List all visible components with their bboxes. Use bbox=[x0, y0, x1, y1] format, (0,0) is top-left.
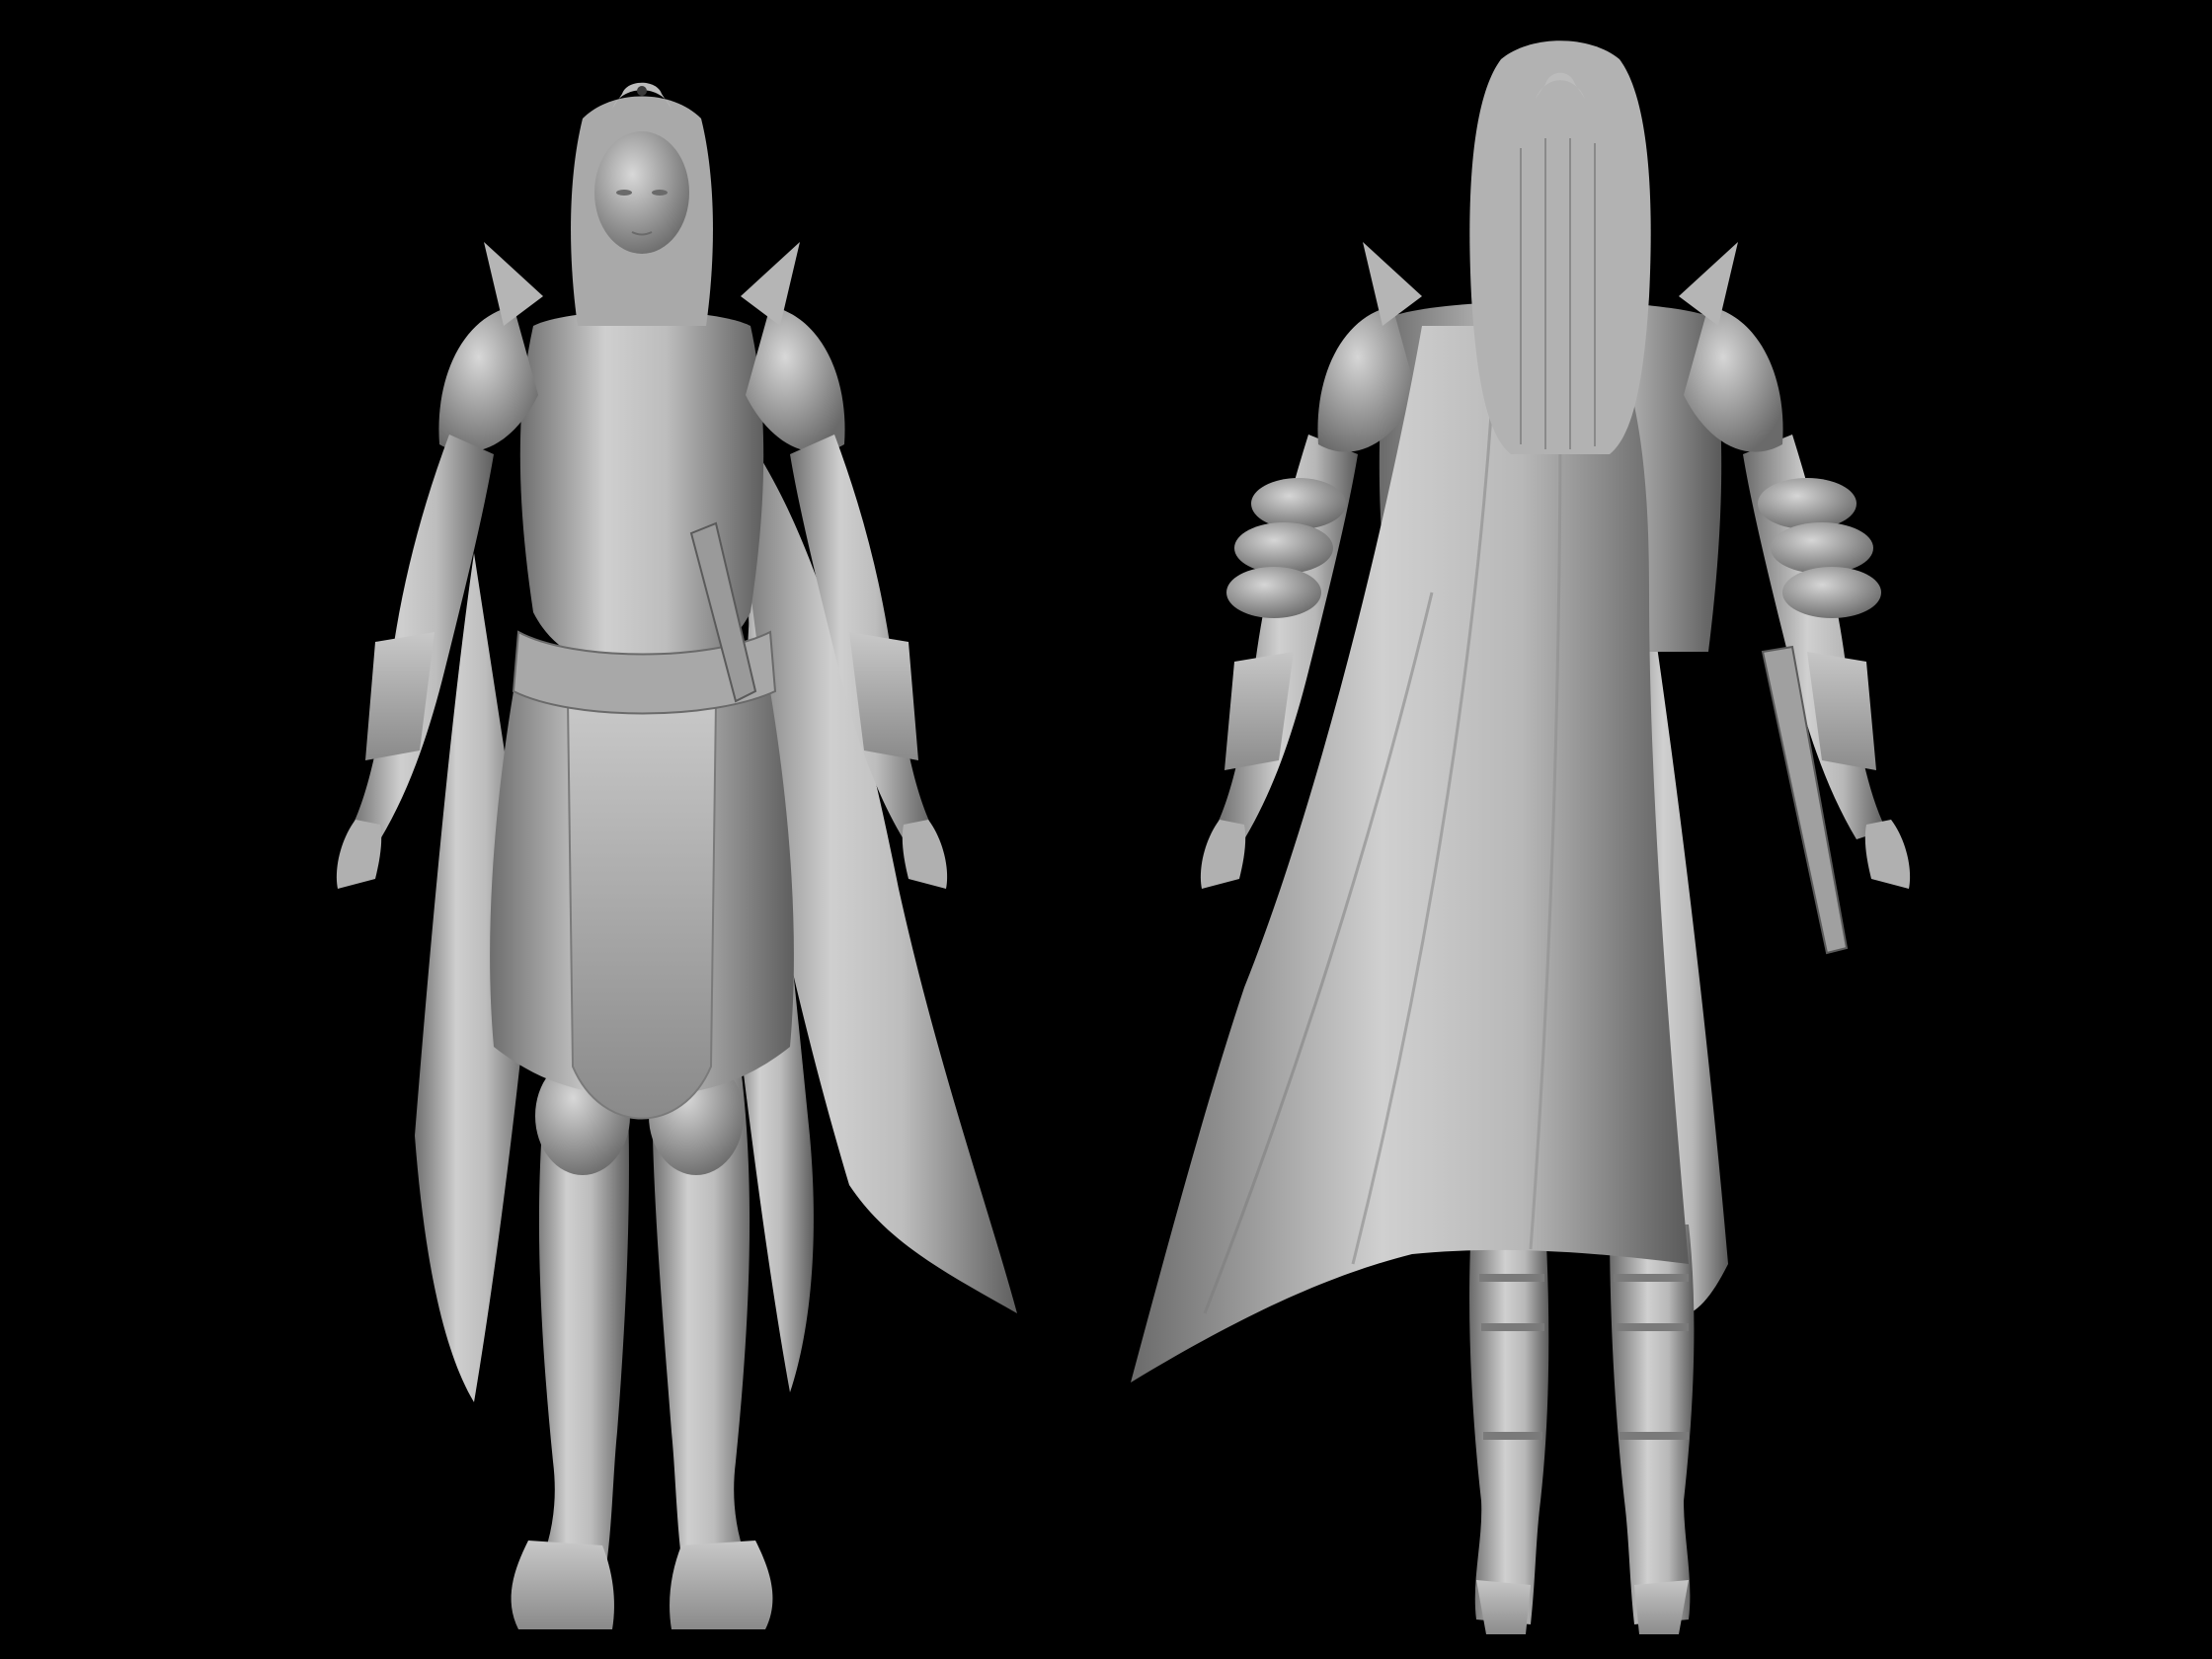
right-arm-plate-1 bbox=[1758, 478, 1856, 529]
left-leg bbox=[1469, 1224, 1549, 1624]
right-arm-plate-2 bbox=[1771, 522, 1873, 574]
left-arm-plate-2 bbox=[1234, 522, 1333, 574]
figure-back-icon bbox=[1131, 40, 1911, 1634]
left-heel bbox=[1476, 1580, 1531, 1634]
right-shoulder-spike bbox=[741, 242, 800, 326]
left-hand bbox=[1200, 820, 1246, 889]
right-boot-strap-1 bbox=[1614, 1274, 1689, 1282]
left-hand bbox=[336, 820, 382, 889]
left-boot bbox=[511, 1540, 614, 1629]
center-tasset bbox=[566, 700, 718, 1120]
figure-front-icon bbox=[336, 82, 1017, 1629]
back-view bbox=[1096, 0, 2034, 1659]
right-boot-strap-2 bbox=[1616, 1323, 1689, 1331]
right-eye bbox=[652, 190, 668, 196]
right-arm-plate-3 bbox=[1782, 567, 1881, 618]
front-view bbox=[178, 0, 1086, 1659]
right-boot bbox=[670, 1540, 773, 1629]
left-boot-strap-2 bbox=[1481, 1323, 1544, 1331]
right-hand bbox=[1864, 820, 1911, 889]
hair bbox=[1469, 40, 1651, 454]
left-boot-strap-3 bbox=[1483, 1432, 1542, 1440]
left-arm-plate-3 bbox=[1226, 567, 1321, 618]
right-leg bbox=[1610, 1224, 1695, 1624]
render-canvas bbox=[0, 0, 2212, 1659]
left-shoulder-spike bbox=[484, 242, 543, 326]
left-eye bbox=[616, 190, 632, 196]
left-boot-strap-1 bbox=[1479, 1274, 1544, 1282]
right-hand bbox=[902, 820, 948, 889]
right-boot-strap-3 bbox=[1620, 1432, 1689, 1440]
right-heel bbox=[1634, 1580, 1689, 1634]
left-arm-plate-1 bbox=[1251, 478, 1346, 529]
circlet-gem bbox=[637, 86, 647, 96]
